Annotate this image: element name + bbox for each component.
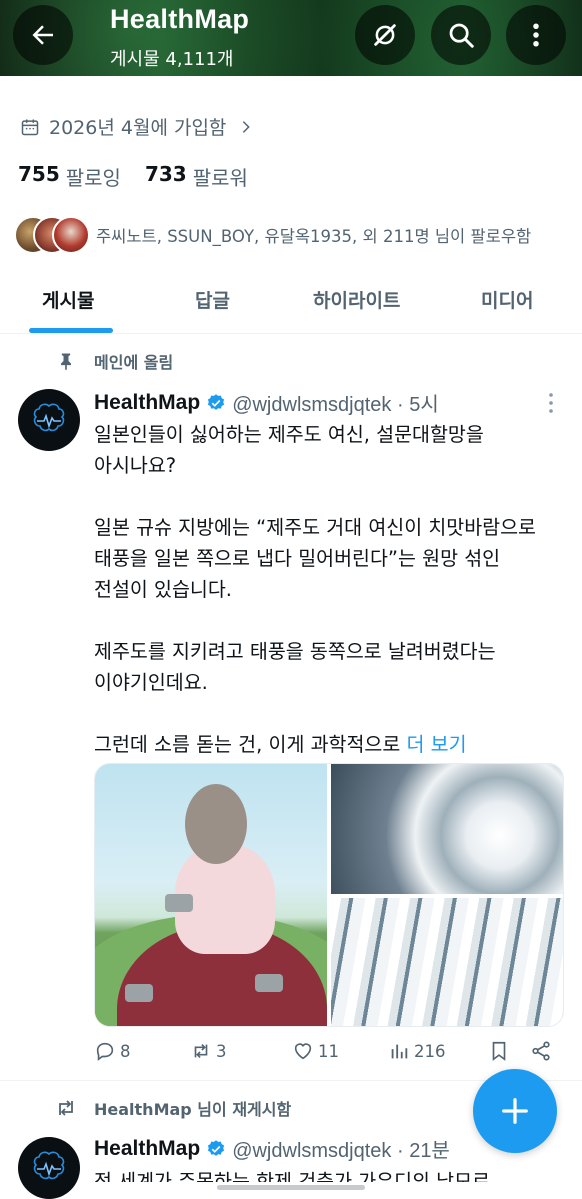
brain-logo-icon (33, 403, 65, 432)
view-count: 216 (414, 1041, 446, 1061)
active-tab-indicator (29, 328, 113, 333)
views-chart-icon (391, 1044, 408, 1059)
post-actions: 8 3 11 216 (94, 1040, 564, 1070)
post-line: 일본인들이 싫어하는 제주도 여신, 설문대할망을 (94, 423, 484, 446)
reply-count: 8 (120, 1041, 131, 1061)
calendar-icon (21, 119, 39, 135)
repost-count: 3 (216, 1041, 227, 1061)
post-line: 이야기인데요. (94, 671, 208, 694)
followers-count[interactable]: 733 (145, 162, 187, 191)
heart-icon (294, 1043, 312, 1060)
post-header: HealthMap @wjdwlsmsdjqtek · 5시 (94, 388, 439, 417)
follow-stats: 755 팔로잉 733 팔로워 (18, 162, 272, 191)
repost-indicator: HealthMap 님이 재게시함 (54, 1096, 291, 1120)
share-icon (532, 1041, 550, 1061)
more-options-button[interactable] (506, 5, 566, 65)
profile-header: HealthMap 게시물 4,111개 (0, 0, 582, 76)
author-handle-time[interactable]: @wjdwlsmsdjqtek · 21분 (232, 1134, 450, 1163)
satellite-typhoon-image[interactable] (331, 764, 563, 894)
verified-badge-icon (208, 1139, 225, 1156)
notifications-toggle-button[interactable] (355, 5, 415, 65)
following-count[interactable]: 755 (18, 162, 60, 191)
like-button[interactable]: 11 (292, 1040, 339, 1062)
satellite-cloud-image[interactable] (331, 898, 563, 1026)
post-line: 그런데 소름 돋는 건, 이게 과학적으로 (94, 733, 407, 756)
post-line: 일본 규슈 지방에는 “제주도 거대 여신이 치맛바람으로 (94, 516, 536, 539)
brain-logo-icon (33, 1151, 65, 1180)
illustration-image[interactable] (95, 764, 327, 1026)
pin-icon (61, 353, 71, 371)
follower-avatars (14, 216, 90, 254)
chevron-right-icon (243, 120, 251, 133)
post-line: 태풍을 일본 쪽으로 냅다 밀어버린다”는 원망 섞인 (94, 547, 501, 570)
pinned-indicator: 메인에 올림 (56, 349, 173, 373)
followers-label[interactable]: 팔로워 (193, 162, 248, 191)
known-followers-row[interactable]: 주씨노트, SSUN_BOY, 유달옥1935, 외 211명 님이 팔로우함 (14, 216, 531, 254)
more-vertical-icon (533, 23, 539, 47)
author-name[interactable]: HealthMap (94, 1137, 200, 1161)
repost-icon (59, 1100, 73, 1116)
verified-badge-icon (208, 393, 225, 410)
author-handle-time[interactable]: @wjdwlsmsdjqtek · 5시 (232, 388, 439, 417)
post-line: 전설이 있습니다. (94, 578, 232, 601)
back-arrow-icon (32, 25, 53, 45)
repost-label[interactable]: HealthMap 님이 재게시함 (94, 1096, 291, 1120)
avatar (52, 216, 90, 254)
tab-media[interactable]: 미디어 (481, 286, 533, 313)
no-notifications-icon (374, 24, 396, 46)
plus-icon (502, 1098, 528, 1124)
following-label[interactable]: 팔로잉 (66, 162, 121, 191)
repost-icon (194, 1043, 208, 1059)
back-button[interactable] (13, 5, 73, 65)
show-more-link[interactable]: 더 보기 (407, 733, 467, 756)
share-button[interactable] (530, 1040, 556, 1062)
search-button[interactable] (431, 5, 491, 65)
search-icon (449, 23, 474, 48)
post-line: 아시나요? (94, 454, 177, 477)
reply-icon (96, 1042, 114, 1061)
compose-post-button[interactable] (473, 1069, 557, 1153)
tab-replies[interactable]: 답글 (195, 286, 230, 313)
bookmark-icon (492, 1041, 506, 1061)
pinned-label: 메인에 올림 (94, 353, 174, 372)
views-button[interactable]: 216 (388, 1040, 446, 1062)
profile-tabs: 게시물 답글 하이라이트 미디어 (0, 266, 582, 334)
tab-posts[interactable]: 게시물 (42, 286, 94, 313)
post-more-icon[interactable] (545, 392, 557, 414)
author-avatar[interactable] (18, 389, 80, 451)
like-count: 11 (318, 1041, 339, 1061)
bookmark-button[interactable] (488, 1040, 514, 1062)
post-line: 제주도를 지키려고 태풍을 동쪽으로 날려버렸다는 (94, 640, 496, 663)
author-avatar[interactable] (18, 1137, 80, 1199)
tab-highlights[interactable]: 하이라이트 (313, 286, 400, 313)
known-followers-text: 주씨노트, SSUN_BOY, 유달옥1935, 외 211명 님이 팔로우함 (96, 227, 532, 246)
post-media-grid (94, 763, 564, 1027)
home-indicator[interactable] (217, 1185, 365, 1190)
post-text: 일본인들이 싫어하는 제주도 여신, 설문대할망을 아시나요? 일본 규슈 지방… (94, 419, 572, 791)
post-header: HealthMap @wjdwlsmsdjqtek · 21분 (94, 1134, 450, 1163)
joined-date: 2026년 4월에 가입함 (49, 117, 227, 139)
post-count: 게시물 4,111개 (110, 49, 234, 70)
repost-button[interactable]: 3 (190, 1040, 227, 1062)
joined-date-row[interactable]: 2026년 4월에 가입함 (20, 113, 254, 140)
author-name[interactable]: HealthMap (94, 391, 200, 415)
reply-button[interactable]: 8 (94, 1040, 131, 1062)
header-title: HealthMap (110, 4, 250, 34)
